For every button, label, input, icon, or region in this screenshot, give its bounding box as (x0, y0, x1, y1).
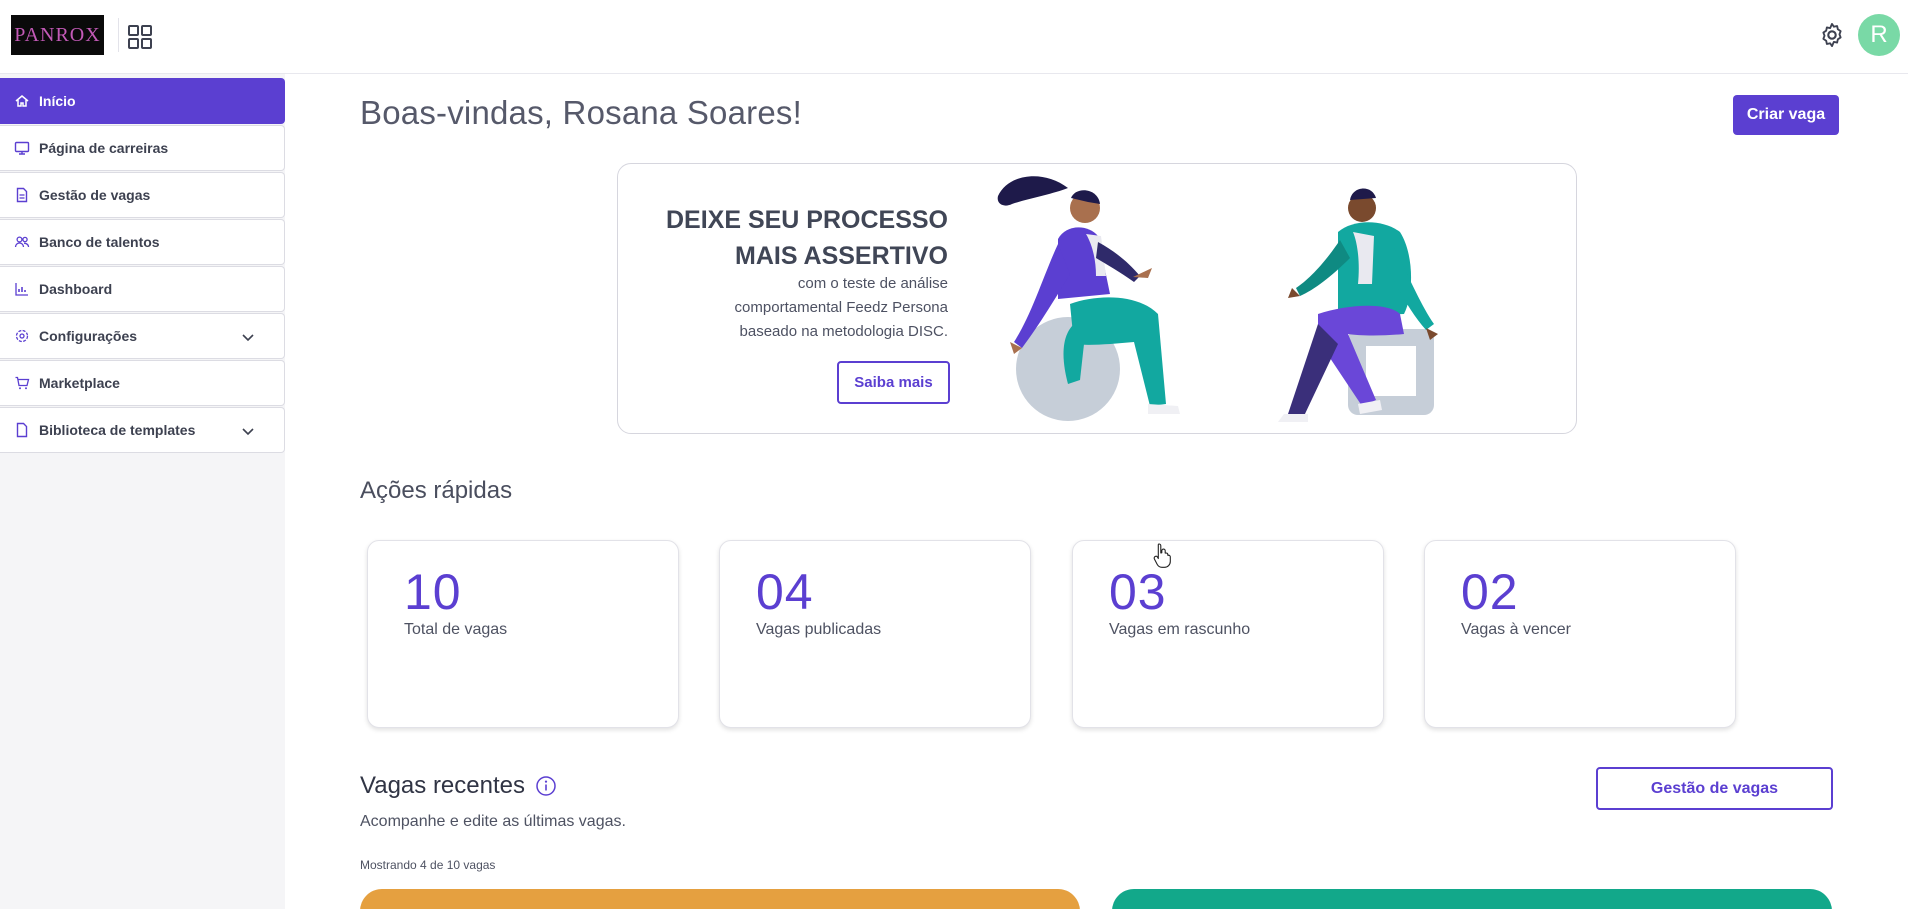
file-icon (16, 422, 28, 438)
sidebar-item-dashboard[interactable]: Dashboard (0, 266, 285, 312)
sidebar-item-inicio[interactable]: Início (0, 78, 285, 124)
stat-number: 02 (1461, 564, 1519, 620)
avatar-letter: R (1870, 21, 1888, 48)
stat-label: Vagas em rascunho (1109, 621, 1251, 638)
sidebar-item-label: Configurações (39, 328, 138, 344)
chevron-down-icon[interactable] (240, 423, 256, 439)
logo[interactable]: PANROX (11, 15, 104, 55)
stat-label: Total de vagas (404, 621, 508, 638)
stat-card-draft[interactable]: 03 Vagas em rascunho (1072, 540, 1384, 728)
job-management-button[interactable]: Gestão de vagas (1596, 767, 1833, 810)
avatar[interactable]: R (1858, 14, 1900, 56)
sidebar-item-label: Dashboard (39, 281, 113, 297)
stat-number: 10 (404, 564, 462, 620)
sidebar-item-configuracoes[interactable]: Configurações (0, 313, 285, 359)
sidebar-item-label: Início (39, 93, 76, 109)
sidebar-item-pagina-de-carreiras[interactable]: Página de carreiras (0, 125, 285, 171)
sidebar-item-banco-de-talentos[interactable]: Banco de talentos (0, 219, 285, 265)
chevron-down-icon[interactable] (240, 329, 256, 345)
create-job-button[interactable]: Criar vaga (1733, 95, 1839, 135)
sidebar-item-label: Marketplace (39, 375, 120, 391)
document-icon (16, 187, 28, 203)
banner-text: com o teste de análise comportamental Fe… (734, 275, 948, 340)
stat-label: Vagas publicadas (756, 621, 882, 638)
stat-card-published[interactable]: 04 Vagas publicadas (719, 540, 1031, 728)
job-card[interactable] (360, 889, 1080, 909)
gear-icon[interactable] (1818, 21, 1846, 49)
sidebar-item-label: Banco de talentos (39, 234, 160, 250)
header-divider (118, 18, 119, 52)
stat-label: Vagas à vencer (1461, 621, 1571, 638)
gear-icon (15, 329, 29, 343)
people-illustration (997, 176, 1438, 422)
logo-text: PANROX (14, 23, 101, 46)
sidebar-item-label: Página de carreiras (39, 140, 169, 156)
stat-card-total[interactable]: 10 Total de vagas (367, 540, 679, 728)
home-icon (15, 95, 29, 107)
sidebar-item-label: Gestão de vagas (39, 187, 151, 203)
recent-jobs-title: Vagas recentes (360, 772, 525, 799)
top-bar: PANROX R (0, 0, 1908, 74)
hand-cursor-icon (1153, 543, 1171, 568)
users-icon (14, 236, 30, 248)
stat-number: 04 (756, 564, 814, 620)
monitor-icon (14, 141, 30, 155)
showing-count: Mostrando 4 de 10 vagas (360, 858, 496, 872)
stat-number: 03 (1109, 564, 1167, 620)
bar-chart-icon (15, 283, 28, 296)
job-card[interactable] (1112, 889, 1832, 909)
sidebar: Início Página de carreiras Gestão de vag… (0, 74, 285, 909)
banner-title: DEIXE SEU PROCESSO MAIS ASSERTIVO (665, 206, 948, 270)
stat-card-expiring[interactable]: 02 Vagas à vencer (1424, 540, 1736, 728)
quick-actions-title: Ações rápidas (360, 477, 513, 504)
sidebar-item-biblioteca-de-templates[interactable]: Biblioteca de templates (0, 407, 285, 453)
sidebar-item-marketplace[interactable]: Marketplace (0, 360, 285, 406)
recent-jobs-subtitle: Acompanhe e edite as últimas vagas. (360, 813, 626, 830)
promo-banner: DEIXE SEU PROCESSO MAIS ASSERTIVO com o … (617, 163, 1577, 434)
cart-icon (15, 376, 30, 390)
page-title: Boas-vindas, Rosana Soares! (360, 94, 802, 131)
apps-grid-icon[interactable] (127, 24, 153, 50)
info-icon[interactable] (535, 775, 557, 797)
sidebar-item-gestao-de-vagas[interactable]: Gestão de vagas (0, 172, 285, 218)
learn-more-button[interactable]: Saiba mais (837, 361, 950, 404)
sidebar-item-label: Biblioteca de templates (39, 422, 196, 438)
